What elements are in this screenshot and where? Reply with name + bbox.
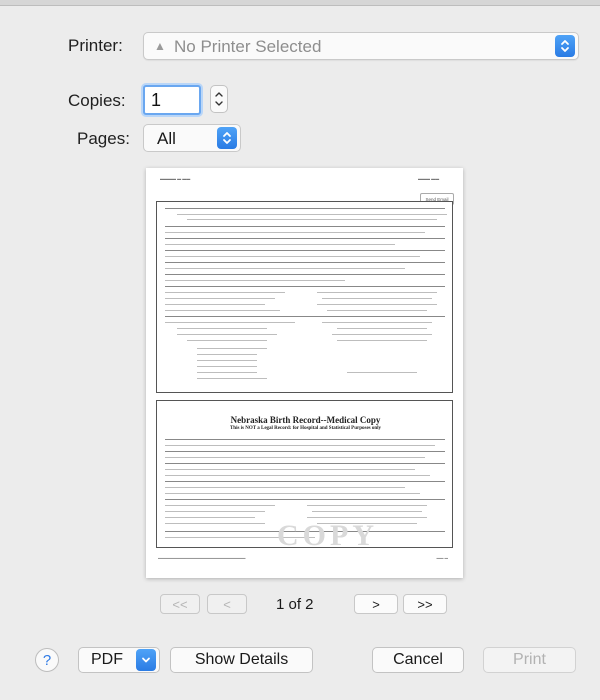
warning-triangle-icon: ▲ bbox=[154, 39, 166, 53]
pages-value: All bbox=[157, 129, 176, 148]
chevron-updown-icon bbox=[555, 35, 575, 57]
pages-label: Pages: bbox=[77, 129, 130, 148]
previous-page-button[interactable]: < bbox=[207, 594, 247, 614]
cancel-button[interactable]: Cancel bbox=[372, 647, 464, 673]
chevron-updown-icon bbox=[217, 127, 237, 149]
next-page-button[interactable]: > bbox=[354, 594, 398, 614]
printer-value: No Printer Selected bbox=[174, 37, 322, 56]
print-button[interactable]: Print bbox=[483, 647, 576, 673]
printer-label: Printer: bbox=[68, 36, 123, 55]
copies-field[interactable] bbox=[143, 85, 201, 115]
print-preview: ▬▬▬▬ ▬ ▬▬ ▬▬▬ ▬▬ Send Email Nebraska Bir… bbox=[146, 168, 463, 578]
preview-header-left: ▬▬▬▬ ▬ ▬▬ bbox=[160, 176, 191, 181]
copies-label: Copies: bbox=[68, 91, 126, 110]
preview-page-1 bbox=[156, 201, 453, 393]
page2-subtitle: This is NOT a Legal Record: for Hospital… bbox=[229, 426, 382, 431]
last-page-button[interactable]: >> bbox=[403, 594, 447, 614]
copies-stepper[interactable] bbox=[210, 85, 228, 113]
window-top-edge bbox=[0, 0, 600, 6]
help-button[interactable]: ? bbox=[35, 648, 59, 672]
first-page-button[interactable]: << bbox=[160, 594, 200, 614]
page2-title: Nebraska Birth Record--Medical Copy bbox=[230, 415, 381, 425]
preview-page-2: Nebraska Birth Record--Medical Copy This… bbox=[156, 400, 453, 552]
preview-footer: ▬▬▬▬▬▬▬▬▬▬▬▬▬▬▬▬▬▬▬▬▬▬▬▬▬ ▬▬ ▬ bbox=[158, 556, 448, 560]
show-details-button[interactable]: Show Details bbox=[170, 647, 313, 673]
printer-select[interactable]: ▲ No Printer Selected bbox=[143, 32, 579, 60]
pages-select[interactable]: All bbox=[143, 124, 241, 152]
pdf-label: PDF bbox=[91, 651, 123, 668]
pdf-menu-button[interactable]: PDF bbox=[78, 647, 160, 673]
preview-header-right: ▬▬▬ ▬▬ bbox=[418, 176, 440, 181]
chevron-down-icon bbox=[136, 649, 156, 671]
page-indicator: 1 of 2 bbox=[276, 596, 314, 613]
copy-watermark: COPY bbox=[277, 519, 378, 552]
